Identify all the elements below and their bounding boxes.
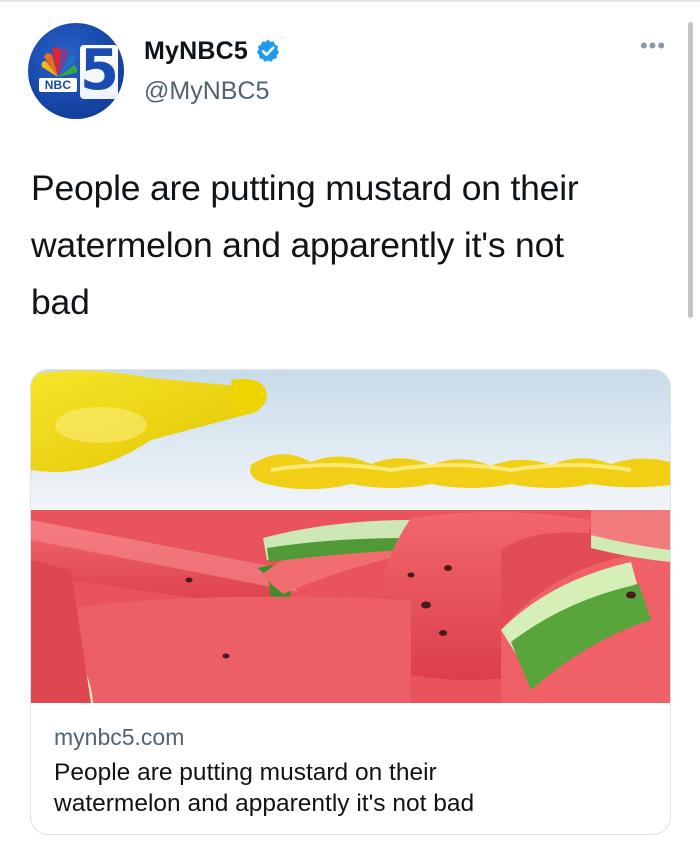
channel-number: 5	[80, 38, 119, 103]
account-name-row[interactable]: MyNBC5	[144, 34, 281, 68]
nbc-wordmark: NBC	[39, 78, 77, 92]
link-preview-card[interactable]: mynbc5.com People are putting mustard on…	[30, 369, 671, 835]
link-title: People are putting mustard on their wate…	[54, 759, 475, 817]
scrollbar[interactable]	[688, 22, 693, 318]
avatar[interactable]: NBC 5	[28, 23, 124, 119]
account-handle[interactable]: @MyNBC5	[144, 76, 269, 106]
top-divider	[0, 0, 700, 2]
verified-badge-icon	[256, 39, 280, 62]
more-options-icon[interactable]: •••	[636, 35, 670, 57]
display-name[interactable]: MyNBC5	[144, 36, 248, 66]
tweet-text: People are putting mustard on their wate…	[31, 168, 579, 322]
mustard-on-watermelon-photo[interactable]	[31, 370, 670, 703]
link-domain: mynbc5.com	[54, 724, 185, 750]
